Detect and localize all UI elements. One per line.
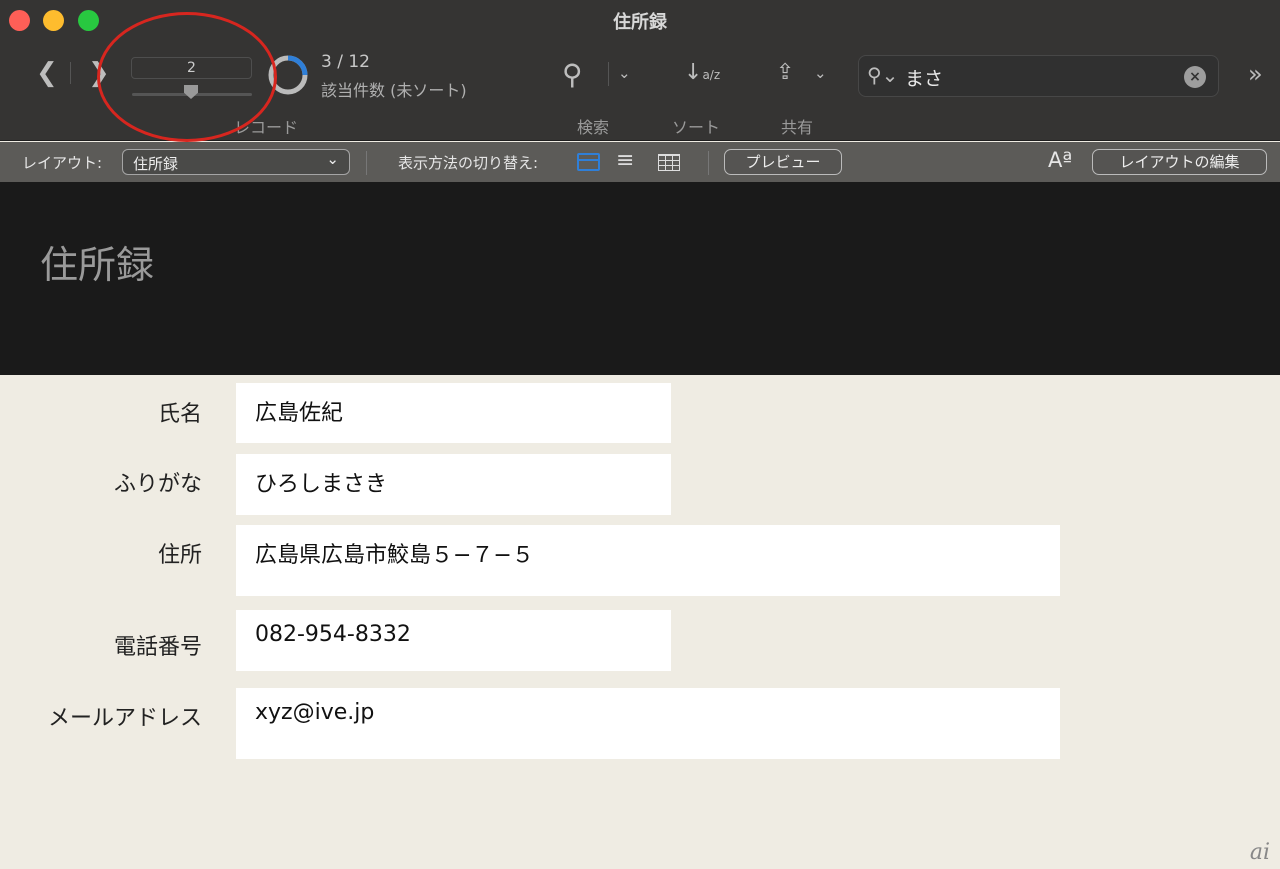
- field-label-email: メールアドレス: [47, 706, 202, 731]
- field-label-furigana: ふりがな: [113, 472, 202, 497]
- field-label-name: 氏名: [157, 402, 202, 427]
- search-menu-chevron-icon[interactable]: ⌄: [618, 64, 631, 82]
- search-label: 検索: [577, 118, 610, 137]
- share-label: 共有: [781, 118, 814, 137]
- record-number-input[interactable]: 2: [131, 57, 252, 79]
- share-menu-chevron-icon[interactable]: ⌄: [814, 64, 827, 82]
- field-label-address: 住所: [157, 543, 202, 568]
- record-slider-thumb[interactable]: [184, 85, 198, 99]
- phone-field[interactable]: 082-954-8332: [236, 610, 671, 671]
- clear-search-icon[interactable]: ×: [1184, 66, 1206, 88]
- search-input[interactable]: まさ: [905, 64, 943, 91]
- overflow-chevron-icon[interactable]: »: [1248, 60, 1263, 88]
- divider: [608, 62, 609, 86]
- next-record-icon[interactable]: ❯: [88, 58, 110, 88]
- found-set-pie-icon: [268, 55, 308, 95]
- sort-label: ソート: [672, 118, 721, 137]
- watermark-logo: ai: [1249, 840, 1270, 865]
- name-field[interactable]: 広島佐紀: [236, 383, 671, 443]
- chevron-down-icon: ⌄: [326, 150, 339, 168]
- sort-icon[interactable]: ↓a/z: [684, 60, 720, 85]
- search-icon: ⚲⌄: [867, 63, 899, 87]
- layout-bar: レイアウト: 住所録 ⌄ 表示方法の切り替え: ≡ プレビュー Aª レイアウトの…: [0, 142, 1280, 182]
- layout-header: 住所録: [0, 182, 1280, 375]
- window-title: 住所録: [613, 12, 667, 33]
- view-switch-label: 表示方法の切り替え:: [398, 154, 539, 172]
- previous-record-icon[interactable]: ❮: [36, 58, 58, 88]
- toolbar: 住所録 ❮ ❯ 2 3 / 12 該当件数 (未ソート) レコード ⚲ ⌄ 検索…: [0, 0, 1280, 142]
- list-view-icon[interactable]: ≡: [616, 148, 634, 173]
- preview-button[interactable]: プレビュー: [724, 149, 842, 175]
- divider: [366, 151, 367, 175]
- page-title: 住所録: [40, 243, 155, 287]
- found-status: 該当件数 (未ソート): [321, 81, 467, 100]
- field-label-phone: 電話番号: [113, 635, 202, 660]
- layout-select[interactable]: 住所録 ⌄: [122, 149, 350, 175]
- divider: [70, 62, 71, 84]
- layout-label: レイアウト:: [22, 154, 103, 172]
- layout-select-value: 住所録: [133, 155, 179, 173]
- form-view-icon[interactable]: [577, 153, 600, 171]
- table-view-icon[interactable]: [658, 154, 680, 171]
- edit-layout-button[interactable]: レイアウトの編集: [1092, 149, 1267, 175]
- quick-find-search-field[interactable]: ⚲⌄ まさ ×: [858, 55, 1219, 97]
- found-count: 3 / 12: [321, 52, 370, 72]
- furigana-field[interactable]: ひろしまさき: [236, 454, 671, 515]
- divider: [708, 151, 709, 175]
- record-label: レコード: [234, 118, 299, 137]
- font-size-icon[interactable]: Aª: [1048, 148, 1072, 172]
- search-icon[interactable]: ⚲: [562, 58, 583, 91]
- share-icon[interactable]: ⇪: [776, 60, 794, 85]
- email-field[interactable]: xyz@ive.jp: [236, 688, 1060, 759]
- address-field[interactable]: 広島県広島市鮫島５−７−５: [236, 525, 1060, 596]
